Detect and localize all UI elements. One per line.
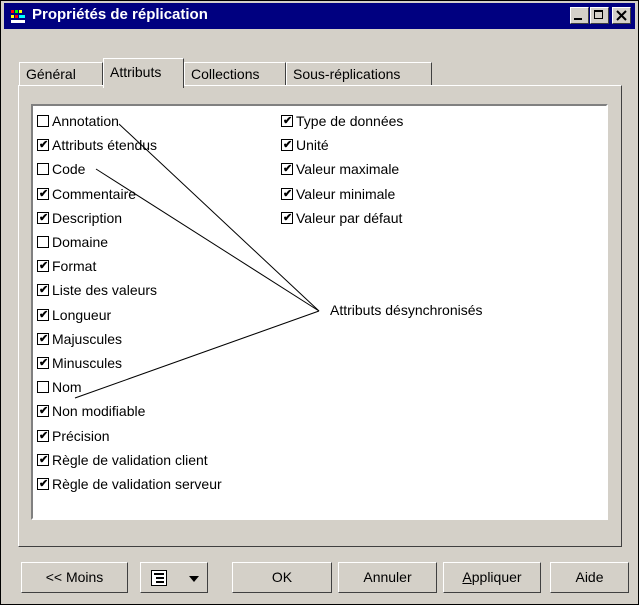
tab-general[interactable]: Général bbox=[19, 62, 103, 86]
close-button[interactable] bbox=[612, 7, 631, 24]
apply-accelerator: A bbox=[462, 569, 472, 585]
chevron-down-icon bbox=[189, 576, 199, 582]
tab-sous-replications[interactable]: Sous-réplications bbox=[286, 62, 432, 86]
cancel-button[interactable]: Annuler bbox=[338, 562, 437, 593]
callout-label: Attributs désynchronisés bbox=[330, 302, 483, 318]
maximize-button[interactable] bbox=[590, 7, 609, 24]
callout-line-annotation bbox=[118, 123, 320, 312]
callout-lines bbox=[74, 123, 320, 399]
maximize-icon bbox=[594, 10, 603, 19]
tab-collections[interactable]: Collections bbox=[184, 62, 286, 86]
minimize-button[interactable] bbox=[570, 7, 589, 24]
minimize-icon bbox=[574, 18, 582, 20]
replication-app-icon bbox=[10, 8, 26, 24]
apply-label-rest: ppliquer bbox=[471, 569, 522, 585]
apply-button[interactable]: Appliquer bbox=[443, 562, 541, 593]
ok-button[interactable]: OK bbox=[232, 562, 332, 593]
less-button[interactable]: << Moins bbox=[21, 562, 128, 593]
options-dropdown-button[interactable] bbox=[140, 562, 208, 593]
attributes-panel: Annotation ✔ Attributs étendus Code ✔ Comment… bbox=[18, 85, 622, 547]
close-icon bbox=[616, 10, 627, 21]
tab-attributs[interactable]: Attributs bbox=[103, 58, 184, 88]
help-button[interactable]: Aide bbox=[550, 562, 629, 593]
title-bar[interactable]: Propriétés de réplication bbox=[4, 3, 635, 29]
list-icon bbox=[151, 570, 167, 586]
window-title: Propriétés de réplication bbox=[32, 6, 208, 23]
attributes-list: Annotation ✔ Attributs étendus Code ✔ Comment… bbox=[31, 104, 608, 520]
callout-line-code bbox=[95, 168, 320, 312]
dialog-window: Propriétés de réplication Général Attrib… bbox=[0, 0, 639, 605]
callout-line-nom bbox=[74, 310, 320, 399]
